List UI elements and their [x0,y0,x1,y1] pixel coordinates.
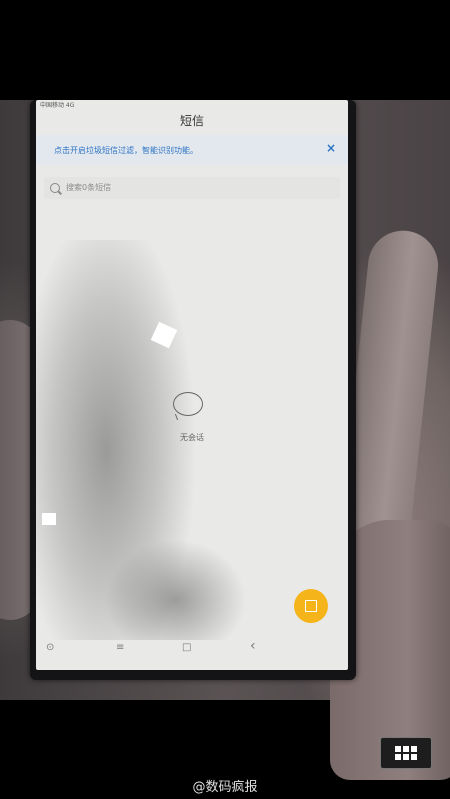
message-bubble-icon [173,392,203,416]
navigation-bar: ⊙ ≡ □ ‹ [36,632,348,670]
compose-button[interactable] [294,589,328,623]
search-input[interactable]: 搜索0条短信 [44,177,340,199]
grid-menu-icon[interactable] [380,737,432,769]
compose-icon [305,600,317,612]
search-icon [50,183,60,193]
app-title: 短信 [179,114,204,128]
phone-screen: 中国移动 4G 短信 点击开启垃圾短信过滤，智能识别功能。 × 搜索0条短信 无… [36,100,348,670]
spam-filter-banner[interactable]: 点击开启垃圾短信过滤，智能识别功能。 × [36,135,348,165]
watermark: @数码疯报 [192,780,258,795]
banner-text[interactable]: 点击开启垃圾短信过滤，智能识别功能。 [54,145,198,156]
empty-state-label: 无会话 [180,433,204,442]
back-icon[interactable]: ‹ [250,638,256,654]
close-icon[interactable]: × [326,141,336,155]
menu-icon[interactable]: ≡ [116,642,124,653]
settings-icon[interactable]: ⊙ [46,642,54,653]
light-glare [42,513,56,525]
search-placeholder: 搜索0条短信 [66,183,112,192]
home-icon[interactable]: □ [182,642,191,653]
status-bar: 中国移动 4G [40,102,75,109]
